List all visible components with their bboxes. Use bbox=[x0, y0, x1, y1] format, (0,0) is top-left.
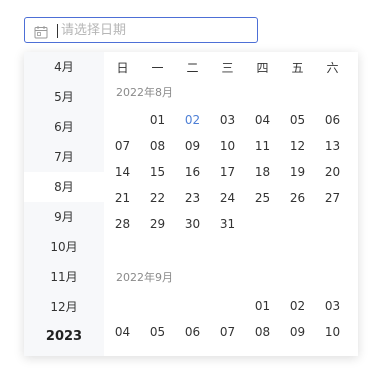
day-cell[interactable]: 03 bbox=[210, 112, 245, 128]
day-cell[interactable]: 10 bbox=[315, 324, 350, 340]
day-cell[interactable]: 26 bbox=[280, 190, 315, 206]
day-cell[interactable]: 02 bbox=[280, 298, 315, 314]
calendar-icon bbox=[34, 24, 48, 39]
day-cell[interactable]: 09 bbox=[280, 324, 315, 340]
weekday-header: 二 bbox=[186, 61, 199, 75]
day-cell[interactable]: 06 bbox=[175, 324, 210, 340]
day-cell[interactable]: 19 bbox=[280, 164, 315, 180]
month-item[interactable]: 5月 bbox=[24, 82, 104, 112]
day-cell[interactable]: 24 bbox=[210, 190, 245, 206]
date-input[interactable]: 请选择日期 bbox=[24, 17, 258, 43]
day-cell[interactable]: 08 bbox=[140, 138, 175, 154]
day-cell[interactable]: 20 bbox=[315, 164, 350, 180]
day-cell[interactable]: 12 bbox=[280, 138, 315, 154]
day-cell[interactable]: 22 bbox=[140, 190, 175, 206]
day-cell[interactable]: 18 bbox=[245, 164, 280, 180]
day-cell[interactable]: 25 bbox=[245, 190, 280, 206]
day-cell[interactable]: 06 bbox=[315, 112, 350, 128]
day-cell[interactable]: 09 bbox=[175, 138, 210, 154]
weekday-header: 日 bbox=[116, 61, 129, 75]
month-sidebar[interactable]: 4月 5月 6月 7月 8月 9月 10月 11月 12月 2023 bbox=[24, 52, 104, 356]
date-picker-panel: 4月 5月 6月 7月 8月 9月 10月 11月 12月 2023 日一二三四五六 2022年8月… bbox=[24, 52, 358, 356]
day-cell[interactable]: 10 bbox=[210, 138, 245, 154]
day-cell[interactable]: 27 bbox=[315, 190, 350, 206]
day-cell[interactable]: 31 bbox=[210, 216, 245, 232]
day-cell[interactable]: 04 bbox=[245, 112, 280, 128]
day-cell[interactable]: 15 bbox=[140, 164, 175, 180]
text-caret bbox=[57, 24, 58, 38]
day-cell[interactable]: 05 bbox=[140, 324, 175, 340]
day-cell[interactable]: 30 bbox=[175, 216, 210, 232]
month-item[interactable]: 11月 bbox=[24, 262, 104, 292]
month-item[interactable]: 7月 bbox=[24, 142, 104, 172]
date-input-placeholder: 请选择日期 bbox=[61, 23, 127, 38]
day-cell[interactable]: 07 bbox=[210, 324, 245, 340]
day-cell[interactable]: 02 bbox=[175, 112, 210, 128]
month-item[interactable]: 9月 bbox=[24, 202, 104, 232]
month-title: 2022年8月 bbox=[116, 86, 173, 99]
day-cell[interactable]: 07 bbox=[105, 138, 140, 154]
day-cell[interactable]: 16 bbox=[175, 164, 210, 180]
weekday-header: 四 bbox=[256, 61, 269, 75]
day-cell[interactable]: 05 bbox=[280, 112, 315, 128]
day-cell[interactable]: 17 bbox=[210, 164, 245, 180]
month-item[interactable]: 6月 bbox=[24, 112, 104, 142]
day-cell[interactable]: 03 bbox=[315, 298, 350, 314]
month-item[interactable]: 12月 bbox=[24, 292, 104, 322]
month-item[interactable]: 8月 bbox=[24, 172, 104, 202]
weekday-header: 六 bbox=[326, 61, 339, 75]
day-cell[interactable]: 13 bbox=[315, 138, 350, 154]
weekday-header: 五 bbox=[291, 61, 304, 75]
weekday-header: 三 bbox=[221, 61, 234, 75]
month-title: 2022年9月 bbox=[116, 271, 173, 284]
day-cell[interactable]: 01 bbox=[140, 112, 175, 128]
day-cell[interactable]: 14 bbox=[105, 164, 140, 180]
year-item[interactable]: 2023 bbox=[24, 322, 104, 352]
day-cell[interactable]: 23 bbox=[175, 190, 210, 206]
day-cell[interactable]: 28 bbox=[105, 216, 140, 232]
weekday-header: 一 bbox=[151, 61, 164, 75]
day-cell[interactable]: 21 bbox=[105, 190, 140, 206]
day-cell[interactable]: 08 bbox=[245, 324, 280, 340]
month-item[interactable]: 10月 bbox=[24, 232, 104, 262]
day-cell[interactable]: 29 bbox=[140, 216, 175, 232]
day-cell[interactable]: 11 bbox=[245, 138, 280, 154]
month-item[interactable]: 4月 bbox=[24, 52, 104, 82]
day-cell[interactable]: 04 bbox=[105, 324, 140, 340]
day-cell[interactable]: 01 bbox=[245, 298, 280, 314]
